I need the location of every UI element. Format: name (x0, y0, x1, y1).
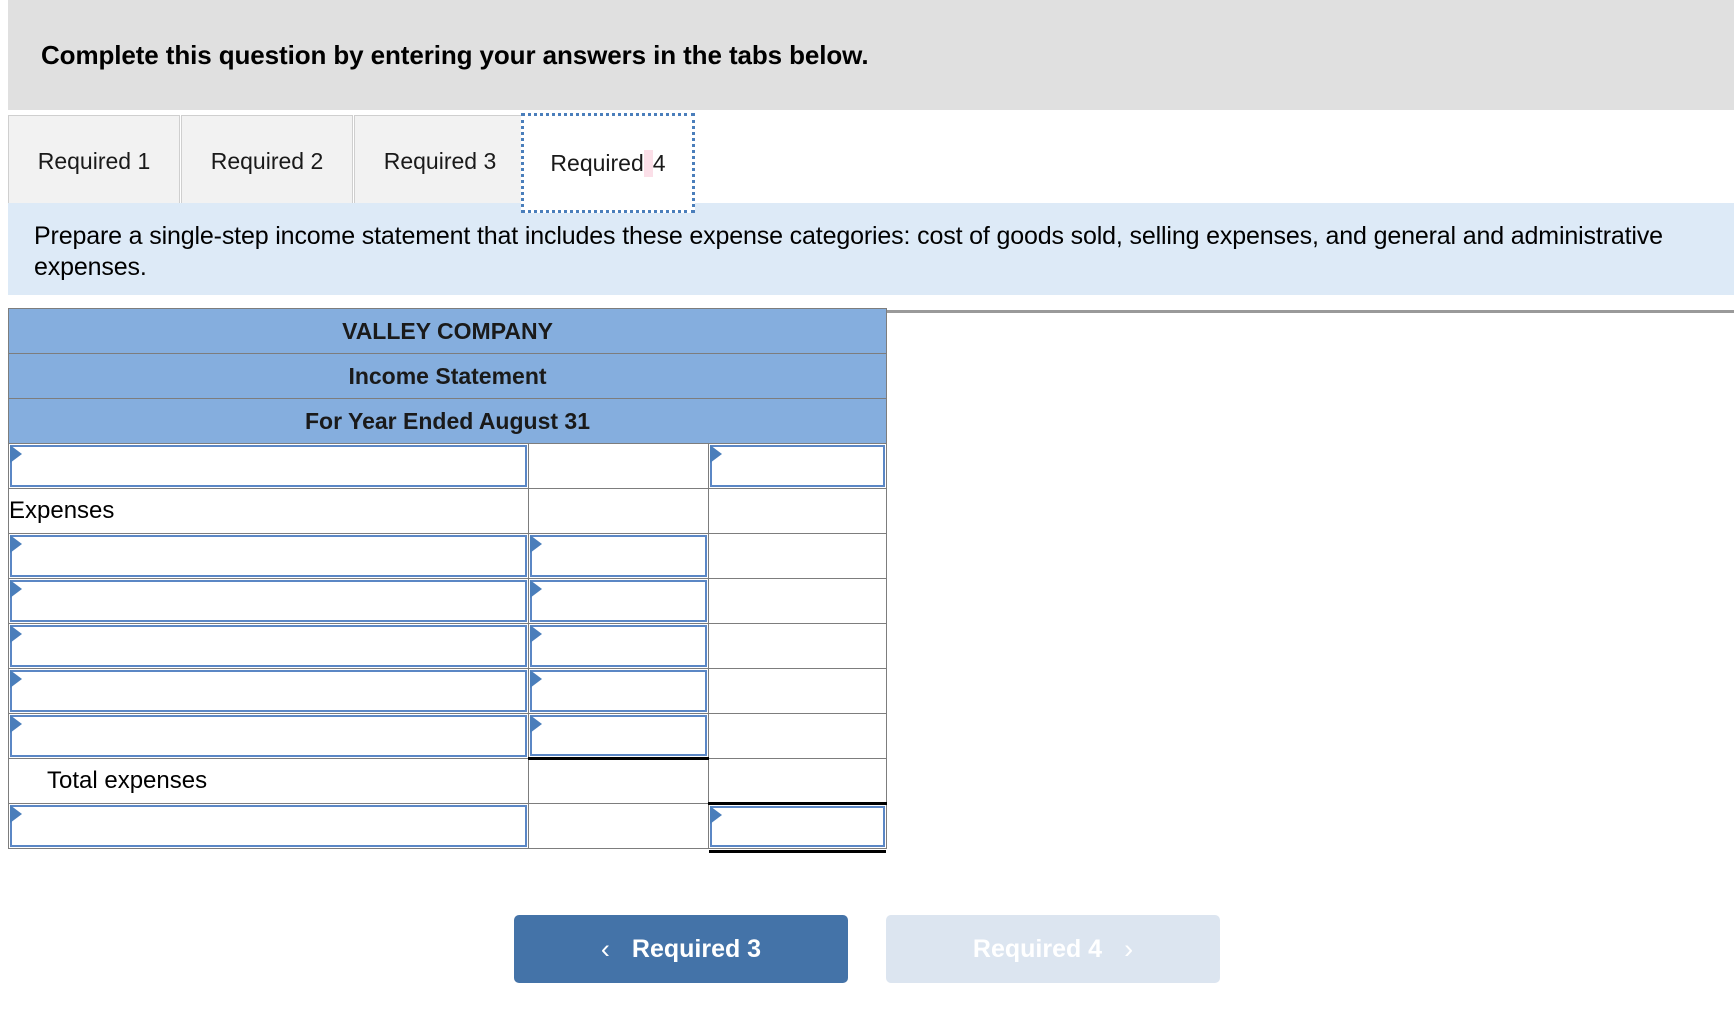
row-8-total-cell[interactable] (707, 802, 888, 853)
row-5-amount-cell[interactable] (527, 668, 709, 714)
row-3-amount-input[interactable] (529, 580, 707, 622)
question-text: Prepare a single-step income statement t… (34, 222, 1663, 281)
table-row (8, 713, 888, 760)
row-4-total-cell (707, 623, 888, 669)
row-7-amount-cell (527, 758, 709, 804)
statement-period: For Year Ended August 31 (8, 398, 887, 444)
row-0-description-cell[interactable] (8, 443, 529, 489)
row-6-amount-cell[interactable] (527, 713, 709, 760)
statement-type: Income Statement (8, 353, 887, 399)
row-4-amount-cell[interactable] (527, 623, 709, 669)
row-5-description-cell[interactable] (8, 668, 529, 714)
next-required-button[interactable]: Required 4 › (886, 915, 1220, 983)
tab-bar: Required 1 Required 2 Required 3 Require… (0, 110, 1734, 313)
statement-company-name: VALLEY COMPANY (8, 308, 887, 354)
exercise-page: Complete this question by entering your … (0, 0, 1734, 1010)
table-title-row: Income Statement (8, 353, 887, 399)
row-4-description-cell[interactable] (8, 623, 529, 669)
question-navigation: ‹ Required 3 Required 4 › (0, 915, 1734, 983)
table-title-row: For Year Ended August 31 (8, 398, 887, 444)
income-statement-table: VALLEY COMPANY Income Statement For Year… (8, 308, 888, 853)
previous-required-label: Required 3 (631, 934, 762, 963)
instruction-banner: Complete this question by entering your … (8, 0, 1734, 110)
row-2-description-cell[interactable] (8, 533, 529, 579)
row-3-total-cell (707, 578, 888, 624)
row-1-label: Expenses (8, 488, 529, 534)
row-8-description-input[interactable] (10, 805, 527, 847)
table-row (8, 623, 888, 669)
row-4-description-input[interactable] (10, 625, 527, 667)
row-1-amount-cell (527, 488, 709, 534)
row-7-label: Total expenses (8, 758, 529, 804)
table-row (8, 578, 888, 624)
row-5-amount-input[interactable] (529, 670, 707, 712)
row-4-amount-input[interactable] (529, 625, 707, 667)
row-3-description-input[interactable] (10, 580, 527, 622)
question-panel: Prepare a single-step income statement t… (8, 203, 1734, 295)
row-8-description-cell[interactable] (8, 803, 529, 849)
table-row (8, 802, 888, 853)
table-title-row: VALLEY COMPANY (8, 308, 887, 354)
table-row: Expenses (8, 488, 888, 534)
row-2-description-input[interactable] (10, 535, 527, 577)
row-0-description-input[interactable] (10, 445, 527, 487)
tab-required-1[interactable]: Required 1 (8, 115, 180, 207)
row-2-total-cell (707, 533, 888, 579)
text-caret-highlight (643, 149, 653, 177)
chevron-right-icon: › (1124, 933, 1134, 964)
tab-label: Required 1 (37, 147, 151, 174)
row-2-amount-input[interactable] (529, 535, 707, 577)
row-5-description-input[interactable] (10, 670, 527, 712)
row-2-amount-cell[interactable] (527, 533, 709, 579)
table-row (8, 533, 888, 579)
row-8-amount-cell (527, 803, 709, 849)
previous-required-button[interactable]: ‹ Required 3 (514, 915, 848, 983)
row-5-total-cell (707, 668, 888, 714)
row-3-amount-cell[interactable] (527, 578, 709, 624)
tab-required-2[interactable]: Required 2 (181, 115, 353, 207)
chevron-left-icon: ‹ (600, 933, 610, 964)
double-underline (708, 850, 886, 853)
tab-label: Required 3 (383, 147, 497, 174)
instruction-banner-text: Complete this question by entering your … (41, 39, 869, 70)
row-3-description-cell[interactable] (8, 578, 529, 624)
row-6-total-cell (707, 713, 888, 759)
row-0-total-input[interactable] (709, 445, 885, 487)
row-6-description-input[interactable] (10, 715, 527, 757)
tab-required-4[interactable]: Required 4 (521, 113, 695, 213)
row-0-amount-cell (527, 443, 709, 489)
tab-label-suffix: 4 (652, 149, 666, 176)
tab-label-prefix: Required (550, 149, 644, 176)
table-row (8, 668, 888, 714)
row-7-total-cell (707, 758, 888, 804)
table-row (8, 443, 888, 489)
row-8-total-input[interactable] (709, 806, 885, 847)
row-1-total-cell (707, 488, 888, 534)
next-required-label: Required 4 (972, 934, 1103, 963)
row-6-description-cell[interactable] (8, 713, 529, 759)
tab-required-3[interactable]: Required 3 (354, 115, 526, 207)
table-row: Total expenses (8, 758, 888, 804)
row-6-amount-input[interactable] (529, 715, 707, 756)
row-0-total-cell[interactable] (707, 443, 888, 489)
tab-label: Required 2 (210, 147, 324, 174)
